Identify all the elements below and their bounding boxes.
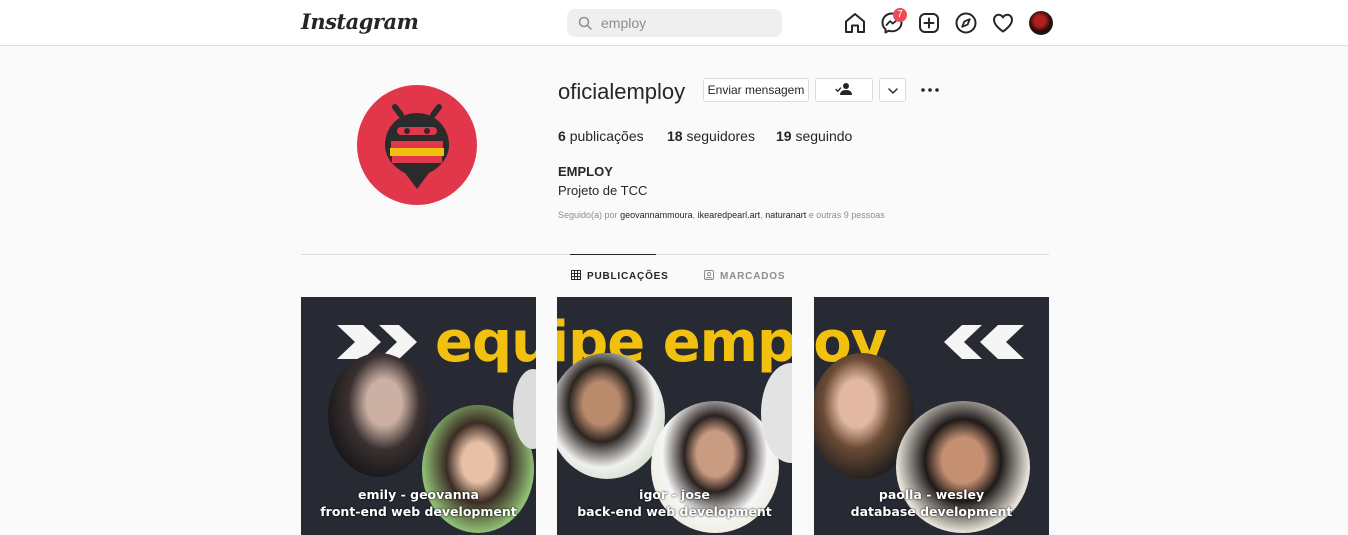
post-caption-line1: paolla - wesley [878,487,985,502]
followed-by-text[interactable]: Seguido(a) por geovannammoura, ikearedpe… [558,210,885,220]
post-caption-line2: back-end web development [577,504,772,519]
home-icon[interactable] [843,11,867,35]
profile-bio: Projeto de TCC [558,183,648,198]
post-thumbnail[interactable]: equipe employ igor - jose back-end web d… [557,297,792,535]
search-box[interactable] [567,9,782,37]
new-post-icon[interactable] [917,11,941,35]
activity-heart-icon[interactable] [991,11,1015,35]
search-icon [578,16,592,35]
followers-count[interactable]: 18 seguidores [667,128,755,144]
top-navigation-bar: Instagram 7 [0,0,1348,46]
post-caption-line2: database development [850,504,1013,519]
post-caption-line1: emily - geovanna [358,487,479,502]
tab-tagged[interactable]: MARCADOS [704,270,785,283]
instagram-logo[interactable]: Instagram [301,9,419,34]
more-options-icon[interactable] [918,80,942,100]
follower-link[interactable]: naturanart [765,210,806,220]
suggestions-toggle-button[interactable] [879,78,906,102]
post-caption-line2: front-end web development [320,504,517,519]
bee-logo-icon [385,104,449,189]
post-caption-line1: igor - jose [639,487,710,502]
post-thumbnail[interactable]: equipe employ paolla - wesley database d… [814,297,1049,535]
follower-link[interactable]: ikearedpearl.art [698,210,761,220]
post-thumbnail[interactable]: equipe employ emily - geovanna front-end… [301,297,536,535]
profile-picture[interactable] [357,85,477,205]
member-photo [328,353,430,477]
messenger-icon[interactable]: 7 [880,8,907,35]
grid-icon [571,270,581,283]
tab-posts[interactable]: PUBLICAÇÕES [571,270,669,283]
explore-icon[interactable] [954,11,978,35]
user-check-icon [835,82,853,99]
active-tab-indicator [570,254,656,255]
messenger-badge: 7 [893,8,907,22]
following-button[interactable] [815,78,873,102]
following-count[interactable]: 19 seguindo [776,128,852,144]
banner-headline: equipe employ [435,310,536,375]
tabs-divider [301,254,1049,255]
follower-link[interactable]: geovannammoura [620,210,693,220]
posts-count: 6 publicações [558,128,644,144]
search-input[interactable] [601,13,771,33]
chevron-down-icon [887,83,898,97]
profile-full-name: EMPLOY [558,164,613,179]
profile-avatar[interactable] [1029,11,1053,35]
member-photo [557,353,665,479]
send-message-button[interactable]: Enviar mensagem [703,78,809,102]
tagged-icon [704,270,714,283]
profile-username: oficialemploy [558,79,686,104]
